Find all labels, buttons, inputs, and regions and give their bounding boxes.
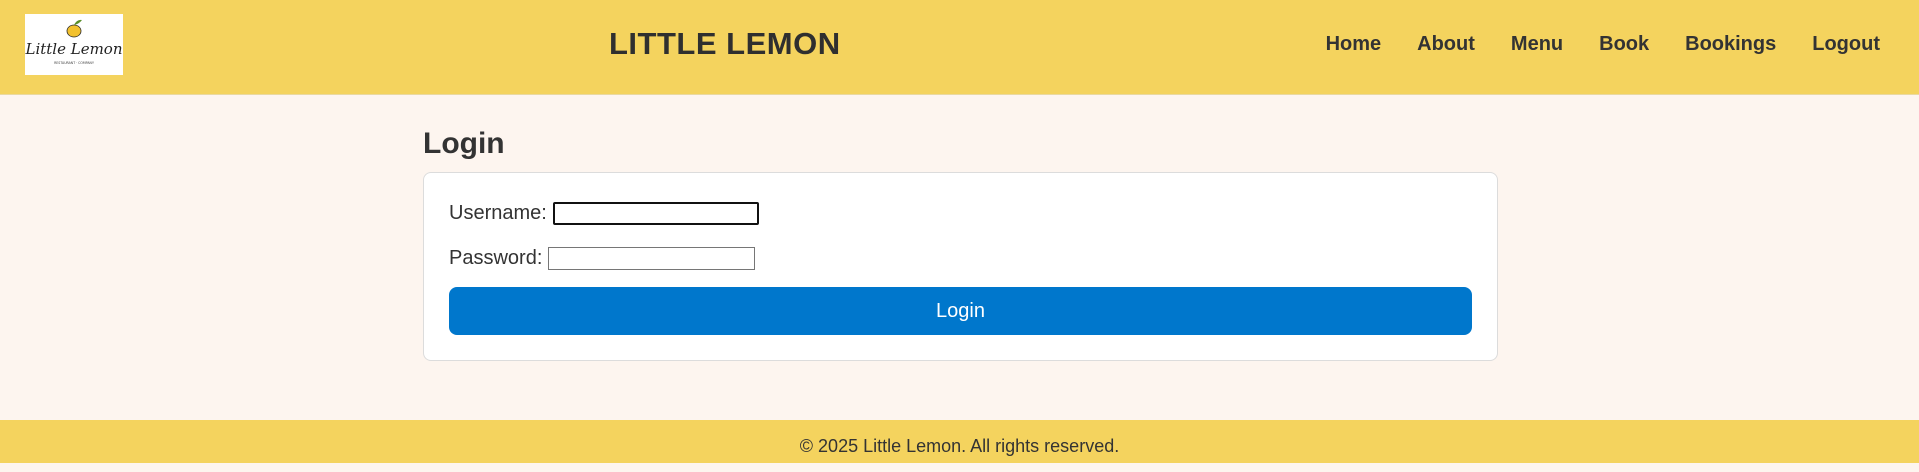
login-form: Username: Password: Login	[423, 172, 1498, 361]
main-nav: Home About Menu Book Bookings Logout	[1290, 33, 1880, 56]
site-footer: © 2025 Little Lemon. All rights reserved…	[0, 420, 1919, 463]
site-title: LITTLE LEMON	[609, 26, 841, 61]
username-input[interactable]	[552, 202, 759, 225]
username-row: Username:	[449, 202, 759, 225]
lemon-logo-icon: Little Lemon RESTAURANT · COMPANY	[25, 19, 123, 65]
page-title: Login	[423, 127, 505, 160]
nav-home[interactable]: Home	[1326, 33, 1382, 56]
little-lemon-logo[interactable]: Little Lemon RESTAURANT · COMPANY	[25, 14, 123, 75]
site-header: Little Lemon RESTAURANT · COMPANY LITTLE…	[0, 0, 1919, 95]
copyright-text: © 2025 Little Lemon. All rights reserved…	[799, 436, 1120, 456]
password-row: Password:	[449, 247, 756, 270]
logo-tagline: RESTAURANT · COMPANY	[54, 61, 94, 65]
logo-text: Little Lemon	[25, 40, 123, 58]
nav-bookings[interactable]: Bookings	[1685, 33, 1776, 56]
nav-menu[interactable]: Menu	[1511, 33, 1563, 56]
password-input[interactable]	[548, 247, 756, 270]
main-content: Login Username: Password: Login	[423, 124, 1498, 361]
nav-logout[interactable]: Logout	[1812, 33, 1880, 56]
login-button[interactable]: Login	[449, 287, 1472, 335]
nav-about[interactable]: About	[1417, 33, 1475, 56]
password-label: Password:	[449, 247, 543, 269]
username-label: Username:	[449, 202, 547, 224]
nav-book[interactable]: Book	[1599, 33, 1649, 56]
